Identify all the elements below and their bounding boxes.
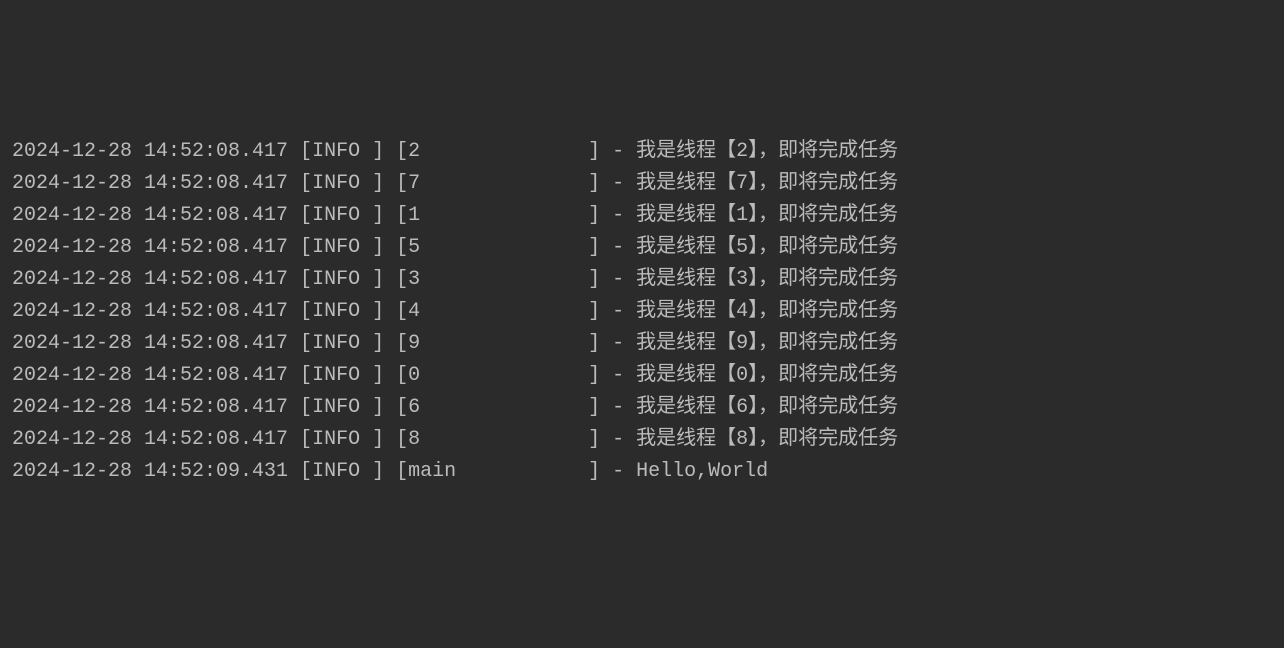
log-timestamp: 2024-12-28 14:52:08.417	[12, 300, 288, 323]
log-line: 2024-12-28 14:52:08.417 [INFO ] [9 ] - 我…	[12, 328, 1272, 360]
log-timestamp: 2024-12-28 14:52:08.417	[12, 332, 288, 355]
log-message: 我是线程【7】，即将完成任务	[636, 172, 898, 195]
log-timestamp: 2024-12-28 14:52:08.417	[12, 268, 288, 291]
log-output: 2024-12-28 14:52:08.417 [INFO ] [2 ] - 我…	[12, 136, 1272, 488]
log-timestamp: 2024-12-28 14:52:08.417	[12, 428, 288, 451]
log-line: 2024-12-28 14:52:08.417 [INFO ] [1 ] - 我…	[12, 200, 1272, 232]
log-level: INFO	[312, 172, 372, 195]
log-timestamp: 2024-12-28 14:52:08.417	[12, 364, 288, 387]
log-level: INFO	[312, 332, 372, 355]
log-timestamp: 2024-12-28 14:52:08.417	[12, 140, 288, 163]
log-message: 我是线程【4】，即将完成任务	[636, 300, 898, 323]
log-thread: 3	[408, 268, 588, 291]
log-level: INFO	[312, 428, 372, 451]
log-level: INFO	[312, 300, 372, 323]
log-message: 我是线程【8】，即将完成任务	[636, 428, 898, 451]
log-message: 我是线程【1】，即将完成任务	[636, 204, 898, 227]
log-thread: 6	[408, 396, 588, 419]
log-thread: 4	[408, 300, 588, 323]
log-timestamp: 2024-12-28 14:52:08.417	[12, 172, 288, 195]
log-level: INFO	[312, 204, 372, 227]
log-thread: 8	[408, 428, 588, 451]
log-level: INFO	[312, 140, 372, 163]
log-line: 2024-12-28 14:52:08.417 [INFO ] [6 ] - 我…	[12, 392, 1272, 424]
log-message: 我是线程【9】，即将完成任务	[636, 332, 898, 355]
log-level: INFO	[312, 236, 372, 259]
log-line: 2024-12-28 14:52:08.417 [INFO ] [3 ] - 我…	[12, 264, 1272, 296]
log-message: 我是线程【3】，即将完成任务	[636, 268, 898, 291]
log-message: 我是线程【2】，即将完成任务	[636, 140, 898, 163]
log-thread: 7	[408, 172, 588, 195]
log-timestamp: 2024-12-28 14:52:09.431	[12, 460, 288, 483]
log-line: 2024-12-28 14:52:09.431 [INFO ] [main ] …	[12, 456, 1272, 488]
log-line: 2024-12-28 14:52:08.417 [INFO ] [0 ] - 我…	[12, 360, 1272, 392]
log-timestamp: 2024-12-28 14:52:08.417	[12, 396, 288, 419]
log-level: INFO	[312, 460, 372, 483]
log-thread: 2	[408, 140, 588, 163]
log-message: Hello,World	[636, 460, 768, 483]
log-thread: 9	[408, 332, 588, 355]
log-timestamp: 2024-12-28 14:52:08.417	[12, 204, 288, 227]
log-line: 2024-12-28 14:52:08.417 [INFO ] [7 ] - 我…	[12, 168, 1272, 200]
log-thread: 1	[408, 204, 588, 227]
log-timestamp: 2024-12-28 14:52:08.417	[12, 236, 288, 259]
log-line: 2024-12-28 14:52:08.417 [INFO ] [4 ] - 我…	[12, 296, 1272, 328]
log-thread: 5	[408, 236, 588, 259]
log-message: 我是线程【0】，即将完成任务	[636, 364, 898, 387]
log-message: 我是线程【6】，即将完成任务	[636, 396, 898, 419]
log-line: 2024-12-28 14:52:08.417 [INFO ] [8 ] - 我…	[12, 424, 1272, 456]
log-level: INFO	[312, 396, 372, 419]
log-line: 2024-12-28 14:52:08.417 [INFO ] [5 ] - 我…	[12, 232, 1272, 264]
log-level: INFO	[312, 268, 372, 291]
log-level: INFO	[312, 364, 372, 387]
log-thread: main	[408, 460, 588, 483]
log-line: 2024-12-28 14:52:08.417 [INFO ] [2 ] - 我…	[12, 136, 1272, 168]
log-thread: 0	[408, 364, 588, 387]
log-message: 我是线程【5】，即将完成任务	[636, 236, 898, 259]
